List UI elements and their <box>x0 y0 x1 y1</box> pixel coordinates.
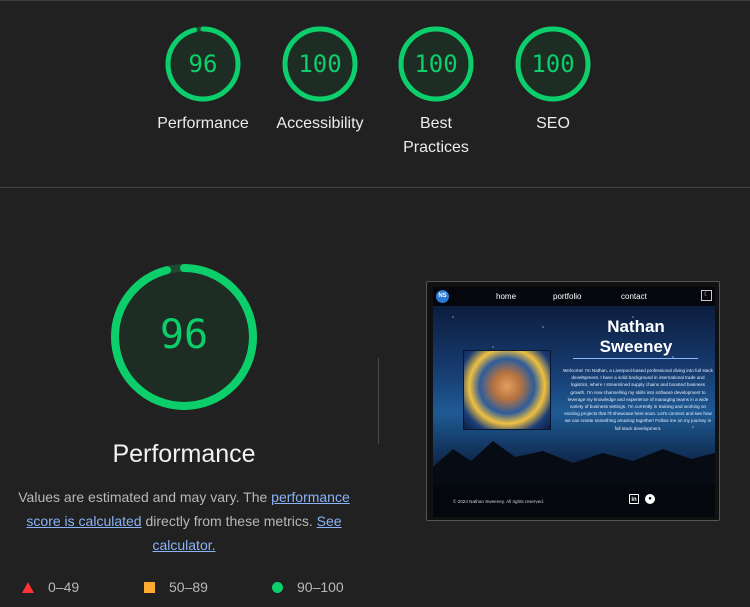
name-divider <box>573 358 698 359</box>
performance-ring: 96 <box>109 262 259 412</box>
gauge-ring: 96 <box>164 25 242 103</box>
gauge-ring: 100 <box>397 25 475 103</box>
moon-icon: ☾ <box>701 290 712 301</box>
gauge-accessibility[interactable]: 100 Accessibility <box>265 25 375 136</box>
nav-home: home <box>496 292 517 301</box>
site-name: Nathan Sweeney <box>599 317 673 356</box>
gauge-label: Performance <box>157 115 249 132</box>
gauge-score: 100 <box>298 50 342 78</box>
circle-icon <box>272 581 283 593</box>
mountain-path <box>433 441 715 487</box>
final-screenshot[interactable]: NS home portfolio contact ☾ Nathan Sween… <box>426 281 720 521</box>
nav-portfolio: portfolio <box>553 292 582 301</box>
square-icon <box>144 581 155 593</box>
nav-contact: contact <box>621 292 647 301</box>
screenshot-page: NS home portfolio contact ☾ Nathan Sween… <box>433 287 715 517</box>
gauge-performance[interactable]: 96 Performance <box>148 25 258 136</box>
performance-title: Performance <box>112 440 256 468</box>
gauge-label: SEO <box>536 115 570 132</box>
github-icon: ● <box>645 494 655 504</box>
site-copyright: © 2024 Nathan Sweeney. All rights reserv… <box>453 499 545 504</box>
desc-text-1: Values are estimated and may vary. The <box>18 489 268 505</box>
mountain-silhouette <box>433 441 715 487</box>
performance-score: 96 <box>159 312 209 358</box>
legend-pass: 90–100 <box>272 577 344 597</box>
legend-range: 50–89 <box>169 579 208 595</box>
site-logo: NS <box>436 290 449 303</box>
gauge-score: 100 <box>414 50 458 78</box>
gauge-score: 100 <box>531 50 575 78</box>
performance-gauge: 96 <box>82 262 286 412</box>
portrait-image <box>463 350 551 430</box>
gauge-label: Accessibility <box>276 115 364 132</box>
gauge-label: Best Practices <box>403 115 469 156</box>
performance-description: Values are estimated and may vary. The p… <box>14 485 354 557</box>
gauge-seo[interactable]: 100 SEO <box>498 25 608 136</box>
legend-range: 90–100 <box>297 579 344 595</box>
site-footer: © 2024 Nathan Sweeney. All rights reserv… <box>433 485 715 517</box>
desc-text-2: directly from these metrics. <box>145 513 313 529</box>
category-gauges: 96 Performance 100 Accessibility 100 Bes… <box>0 0 750 188</box>
triangle-icon <box>22 581 34 593</box>
divider <box>378 358 379 444</box>
site-bio: Welcome! I'm Nathan, a Liverpool-based p… <box>563 368 713 431</box>
gauge-score: 96 <box>188 50 218 78</box>
linkedin-icon: in <box>629 494 639 504</box>
gauge-ring: 100 <box>281 25 359 103</box>
gauge-ring: 100 <box>514 25 592 103</box>
legend-fail: 0–49 <box>22 577 79 597</box>
gauge-best-practices[interactable]: 100 Best Practices <box>381 25 491 160</box>
legend-average: 50–89 <box>144 577 208 597</box>
legend-range: 0–49 <box>48 579 80 595</box>
site-navbar: NS home portfolio contact ☾ <box>433 287 715 306</box>
